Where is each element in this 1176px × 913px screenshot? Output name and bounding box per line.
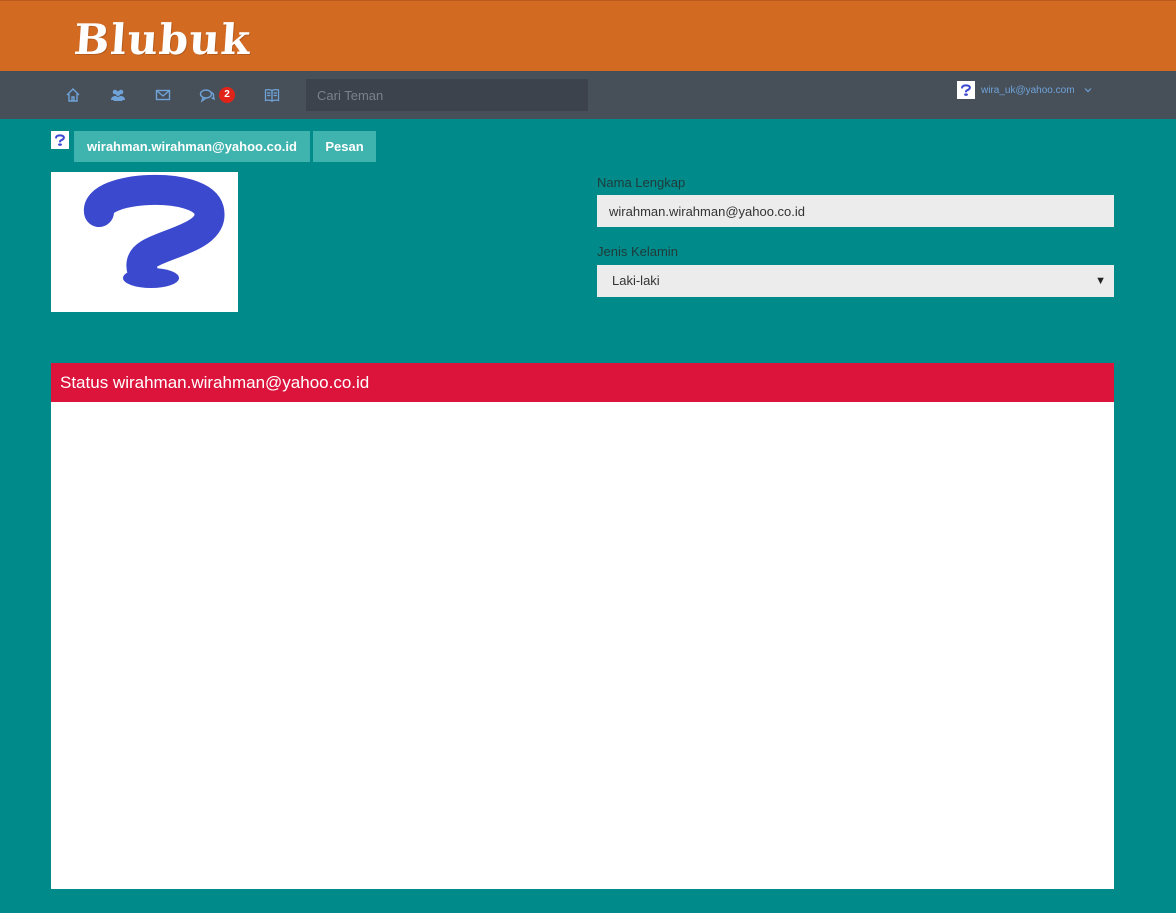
status-panel: Status wirahman.wirahman@yahoo.co.id: [51, 363, 1114, 889]
profile-picture: [51, 172, 238, 312]
home-icon[interactable]: [63, 85, 83, 105]
dropdown-arrow-icon: ▼: [1095, 275, 1106, 287]
user-menu[interactable]: wira_uk@yahoo.com: [957, 81, 1093, 99]
full-name-label: Nama Lengkap: [597, 175, 686, 190]
full-name-field[interactable]: [597, 195, 1114, 227]
chevron-down-icon: [1084, 88, 1091, 93]
book-icon[interactable]: [262, 85, 282, 105]
profile-name-button[interactable]: wirahman.wirahman@yahoo.co.id: [74, 131, 310, 162]
status-header: Status wirahman.wirahman@yahoo.co.id: [51, 363, 1114, 402]
search-friends-input[interactable]: [306, 79, 588, 111]
site-logo[interactable]: Blubuk: [72, 15, 252, 65]
chat-count-badge: 2: [219, 87, 235, 103]
mail-icon[interactable]: [153, 85, 173, 105]
user-email: wira_uk@yahoo.com: [981, 84, 1075, 96]
gender-select-value: Laki-laki: [612, 273, 660, 288]
friends-icon[interactable]: [108, 85, 128, 105]
gender-label: Jenis Kelamin: [597, 244, 678, 259]
chat-icon[interactable]: [197, 85, 217, 105]
profile-mini-avatar: [51, 131, 69, 149]
message-button[interactable]: Pesan: [313, 131, 376, 162]
user-avatar: [957, 81, 975, 99]
gender-select[interactable]: Laki-laki ▼: [597, 265, 1114, 297]
top-banner: Blubuk: [0, 0, 1176, 71]
